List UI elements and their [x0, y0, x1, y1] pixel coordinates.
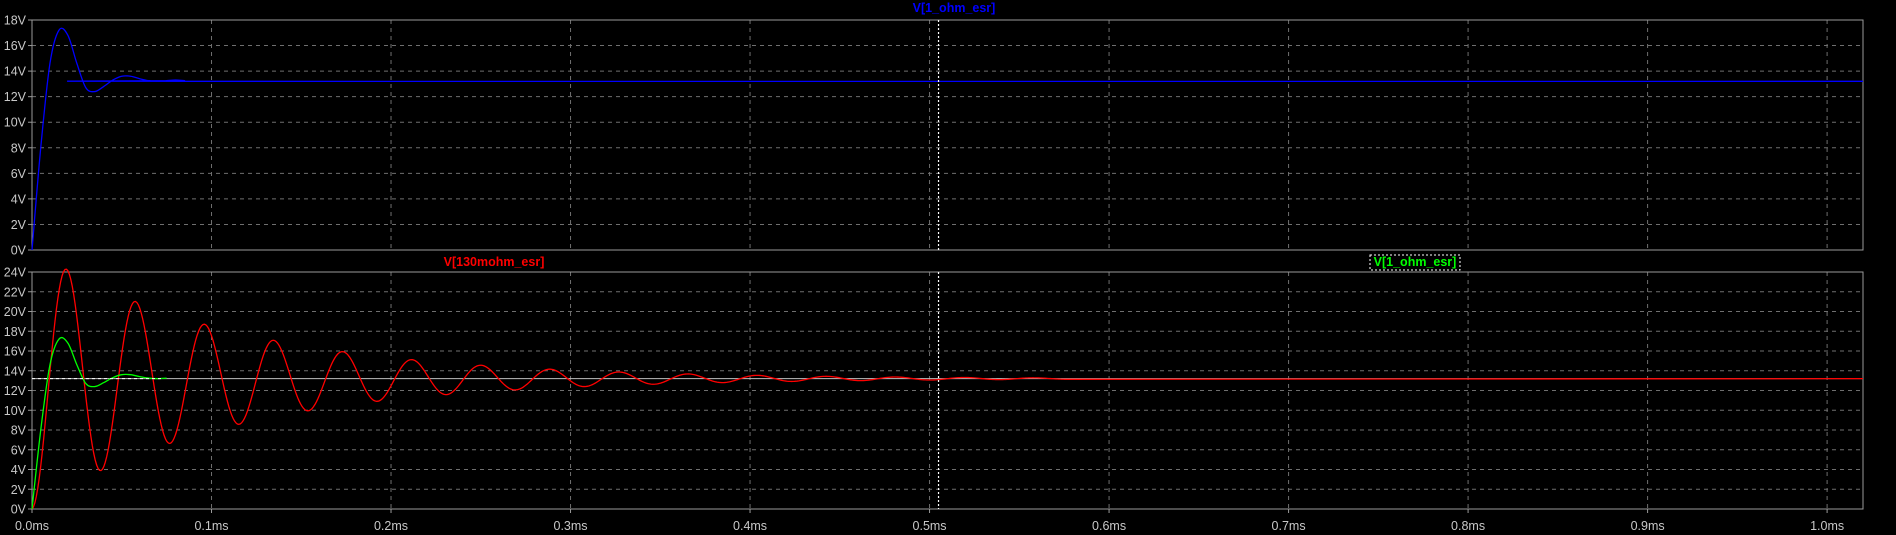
y-tick-label: 14V [4, 65, 27, 79]
x-tick-label: 0.3ms [554, 519, 588, 533]
trace-label-v130mohm-esr[interactable]: V[130mohm_esr] [444, 255, 545, 269]
y-tick-label: 20V [4, 305, 27, 319]
y-tick-label: 16V [4, 345, 27, 359]
y-tick-label: 6V [11, 167, 27, 181]
y-tick-label: 6V [11, 443, 27, 457]
y-tick-label: 24V [4, 266, 27, 280]
y-tick-label: 0V [11, 503, 27, 517]
y-tick-label: 8V [11, 141, 27, 155]
viewer-background [0, 0, 1896, 535]
y-tick-label: 0V [11, 244, 27, 258]
y-tick-label: 18V [4, 14, 27, 28]
x-tick-label: 0.4ms [733, 519, 767, 533]
y-tick-label: 22V [4, 285, 27, 299]
y-tick-label: 12V [4, 90, 27, 104]
x-tick-label: 0.7ms [1272, 519, 1306, 533]
y-tick-label: 4V [11, 192, 27, 206]
y-tick-label: 2V [11, 483, 27, 497]
x-tick-label: 0.9ms [1631, 519, 1665, 533]
x-tick-label: 0.0ms [15, 519, 49, 533]
x-tick-label: 0.2ms [374, 519, 408, 533]
y-tick-label: 4V [11, 463, 27, 477]
y-tick-label: 12V [4, 384, 27, 398]
x-tick-label: 1.0ms [1810, 519, 1844, 533]
y-tick-label: 16V [4, 39, 27, 53]
waveform-viewer[interactable]: 0V 2V 4V 6V 8V 10V 12V 14V 16V 18V V[1_ohm_esr] 0… [0, 0, 1896, 535]
y-tick-label: 2V [11, 218, 27, 232]
x-tick-label: 0.1ms [194, 519, 228, 533]
y-tick-label: 18V [4, 325, 27, 339]
trace-label-v1-ohm-esr-top[interactable]: V[1_ohm_esr] [913, 1, 996, 15]
y-tick-label: 8V [11, 424, 27, 438]
y-tick-label: 14V [4, 364, 27, 378]
y-tick-label: 10V [4, 116, 27, 130]
x-tick-label: 0.5ms [913, 519, 947, 533]
x-tick-label: 0.8ms [1451, 519, 1485, 533]
trace-label-v1-ohm-esr-bottom[interactable]: V[1_ohm_esr] [1374, 255, 1457, 269]
x-tick-label: 0.6ms [1092, 519, 1126, 533]
y-tick-label: 10V [4, 404, 27, 418]
